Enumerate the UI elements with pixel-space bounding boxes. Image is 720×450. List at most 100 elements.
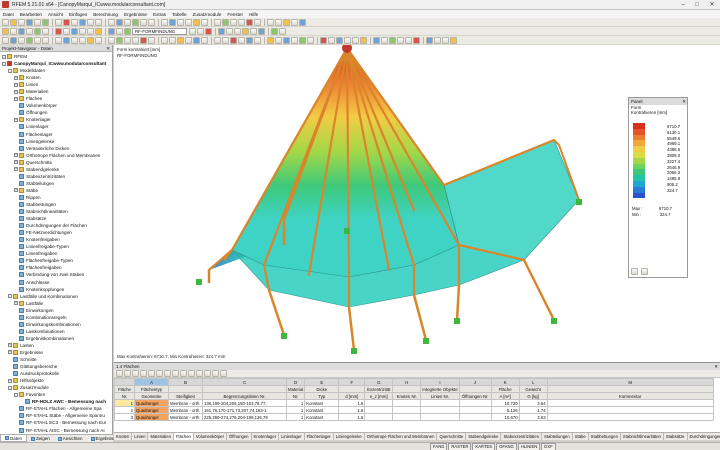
toolbar-button-icon[interactable] xyxy=(267,36,274,44)
menu-item-0[interactable]: Datei xyxy=(3,12,14,17)
nav-item[interactable]: Knotenkopplungen xyxy=(0,286,112,293)
toolbar-button-icon[interactable] xyxy=(218,27,225,35)
table-toolbar-icon[interactable] xyxy=(116,370,123,377)
nav-item[interactable]: Knotenfreigaben xyxy=(0,236,112,243)
table-tab[interactable]: Linienlager xyxy=(279,433,305,440)
table-toolbar-icon[interactable] xyxy=(180,370,187,377)
column-letter[interactable]: F xyxy=(338,378,366,386)
nav-item[interactable]: RF-STAHL Flächen - Allgemeine Spa xyxy=(0,405,112,412)
toolbar-button-icon[interactable] xyxy=(34,36,41,44)
table-tab[interactable]: Liniengelenke xyxy=(334,433,365,440)
toolbar-button-icon[interactable] xyxy=(197,27,204,35)
toolbar-button-icon[interactable] xyxy=(360,36,367,44)
toolbar-button-icon[interactable] xyxy=(140,36,147,44)
toolbar-button-icon[interactable] xyxy=(79,18,86,26)
table-tab[interactable]: Stabbettungen xyxy=(589,433,621,440)
toolbar-button-icon[interactable] xyxy=(71,36,78,44)
toolbar-button-icon[interactable] xyxy=(79,27,86,35)
nav-item[interactable]: RF-STAHL Stäbe - Allgemeine Spannu xyxy=(0,412,112,419)
toolbar-button-icon[interactable] xyxy=(405,36,412,44)
toolbar-button-icon[interactable] xyxy=(55,18,62,26)
toolbar-button-icon[interactable] xyxy=(18,18,25,26)
toolbar-button-icon[interactable] xyxy=(42,18,49,26)
toolbar-button-icon[interactable] xyxy=(140,18,147,26)
expand-icon[interactable]: + xyxy=(8,378,12,383)
toolbar-button-icon[interactable] xyxy=(26,18,33,26)
toolbar-button-icon[interactable] xyxy=(10,27,17,35)
toolbar-button-icon[interactable] xyxy=(95,18,102,26)
nav-item[interactable]: Einwirkungen xyxy=(0,307,112,314)
nav-item[interactable]: - Modelldaten xyxy=(0,67,112,74)
column-letter[interactable]: E xyxy=(304,378,340,386)
expand-icon[interactable]: + xyxy=(14,96,18,101)
table-tab[interactable]: Durchdringungen xyxy=(688,433,720,440)
nav-item[interactable]: + Flächen xyxy=(0,95,112,102)
toolbar-button-icon[interactable] xyxy=(442,36,449,44)
nav-item[interactable]: + Orthotrope Flächen und Membranen xyxy=(0,152,112,159)
table-cell[interactable]: Membran - orth xyxy=(168,399,203,407)
table-cell[interactable] xyxy=(546,399,714,407)
nav-item[interactable]: Stabexzentrizitäten xyxy=(0,173,112,180)
nav-item[interactable]: Ausdruckprotokolle xyxy=(0,370,112,377)
nav-item[interactable]: Schnitte xyxy=(0,356,112,363)
toolbar-button-icon[interactable] xyxy=(279,27,286,35)
expand-icon[interactable]: + xyxy=(14,117,18,122)
nav-item[interactable]: Stabteilungen xyxy=(0,180,112,187)
table-cell[interactable]: 1 xyxy=(285,399,306,407)
toolbar-button-icon[interactable] xyxy=(275,36,282,44)
table-row[interactable]: 3 Quadrangel Membran - orth 225,269-274,276… xyxy=(114,413,714,421)
table-tab[interactable]: Stabnichtlinearitäten xyxy=(621,433,664,440)
table-cell[interactable]: 10.670 xyxy=(490,413,520,421)
table-toolbar-icon[interactable] xyxy=(212,370,219,377)
toolbar-button-icon[interactable] xyxy=(413,36,420,44)
toolbar-button-icon[interactable] xyxy=(95,27,102,35)
close-icon[interactable]: ✕ xyxy=(714,363,718,370)
expand-icon[interactable]: - xyxy=(2,61,6,66)
toolbar-button-icon[interactable] xyxy=(185,36,192,44)
expand-icon[interactable]: - xyxy=(8,385,12,390)
toolbar-button-icon[interactable] xyxy=(169,36,176,44)
column-letter[interactable]: J xyxy=(458,378,492,386)
table-cell[interactable]: 10.720 xyxy=(490,399,520,407)
table-tab[interactable]: Stäbe xyxy=(573,433,589,440)
toolbar-button-icon[interactable] xyxy=(271,27,278,35)
table-cell[interactable] xyxy=(546,413,714,421)
table-cell[interactable]: Konstant xyxy=(304,406,340,414)
table-cell[interactable]: 1.6 xyxy=(338,399,366,407)
toolbar-button-icon[interactable] xyxy=(71,27,78,35)
table-tab[interactable]: Querschnitte xyxy=(437,433,467,440)
column-letter[interactable]: G xyxy=(364,378,394,386)
toolbar-button-icon[interactable] xyxy=(177,36,184,44)
nav-item[interactable]: + Linien xyxy=(0,81,112,88)
toolbar-button-icon[interactable] xyxy=(320,36,327,44)
nav-item[interactable]: - RFEM xyxy=(0,53,112,60)
toolbar-button-icon[interactable] xyxy=(193,36,200,44)
nav-item[interactable]: Glättungsbereiche xyxy=(0,363,112,370)
nav-item[interactable]: Verbindung von zwei Stäben xyxy=(0,271,112,278)
expand-icon[interactable]: - xyxy=(14,392,18,397)
table-toolbar-icon[interactable] xyxy=(140,370,147,377)
table-cell[interactable] xyxy=(364,406,394,414)
toolbar-button-icon[interactable] xyxy=(426,36,433,44)
expand-icon[interactable]: + xyxy=(14,160,18,165)
nav-item[interactable]: RF-STAHL AISC - Bemessung nach AI xyxy=(0,426,112,433)
expand-icon[interactable]: + xyxy=(14,75,18,80)
nav-tab-0[interactable]: Daten xyxy=(0,435,28,442)
toolbar-button-icon[interactable] xyxy=(222,36,229,44)
table-toolbar-icon[interactable] xyxy=(196,370,203,377)
close-icon[interactable]: ✕ xyxy=(106,45,110,51)
toolbar-button-icon[interactable] xyxy=(63,18,70,26)
table-tab[interactable]: Stabsätze xyxy=(664,433,688,440)
toolbar-button-icon[interactable] xyxy=(116,27,123,35)
toolbar-button-icon[interactable] xyxy=(71,18,78,26)
table-cell[interactable]: Konstant xyxy=(304,399,340,407)
table-cell[interactable] xyxy=(364,413,394,421)
expand-icon[interactable]: - xyxy=(2,54,6,59)
table-cell[interactable]: Membran - orth xyxy=(168,413,203,421)
nav-item[interactable]: Kombinationsregeln xyxy=(0,314,112,321)
column-letter[interactable]: L xyxy=(518,378,548,386)
table-cell[interactable]: Quadrangel xyxy=(134,399,169,407)
table-cell[interactable]: Membran - orth xyxy=(168,406,203,414)
toolbar-button-icon[interactable] xyxy=(87,36,94,44)
toolbar-button-icon[interactable] xyxy=(2,18,9,26)
